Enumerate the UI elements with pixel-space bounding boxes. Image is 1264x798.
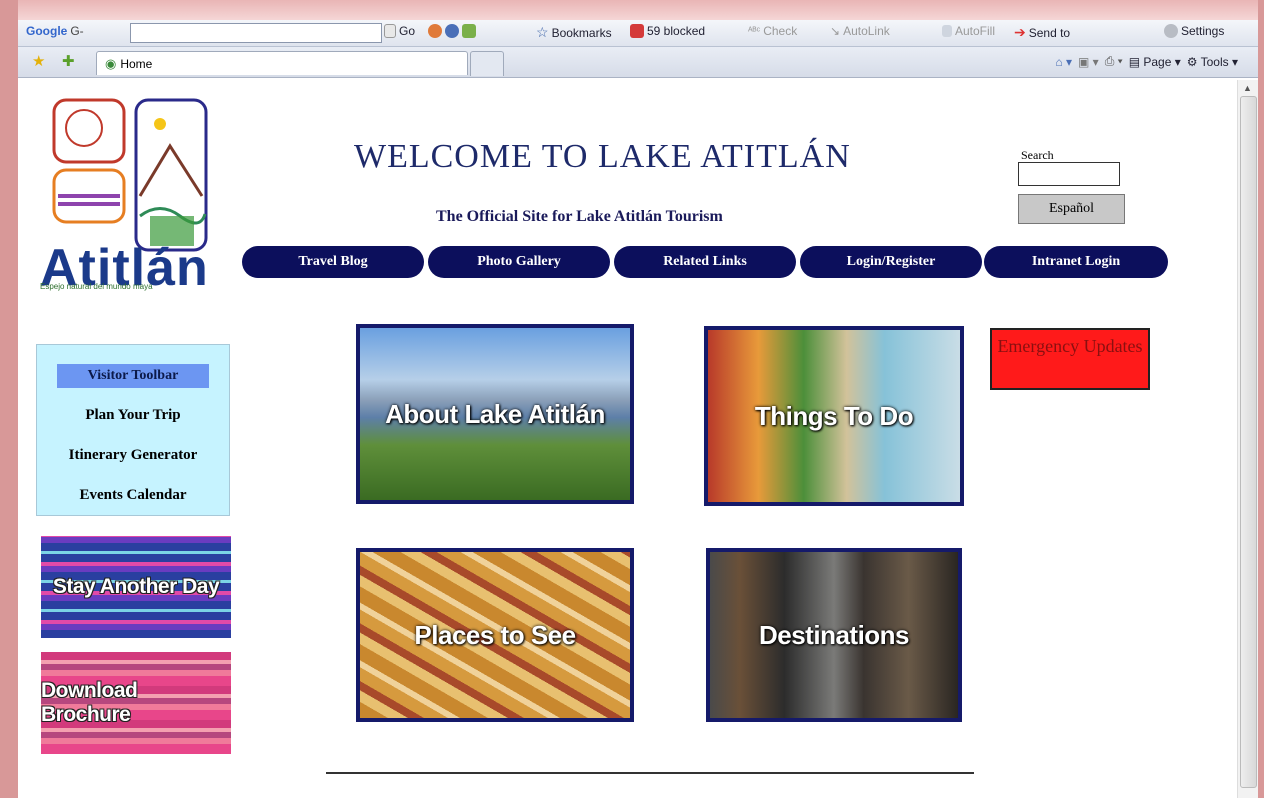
- search-input[interactable]: [1018, 162, 1120, 186]
- tile-things-to-do-label: Things To Do: [754, 400, 914, 431]
- nav-photo-gallery[interactable]: Photo Gallery: [428, 246, 610, 278]
- star-outline-icon: ☆: [536, 24, 549, 40]
- tile-things-to-do[interactable]: Things To Do: [704, 326, 964, 506]
- tile-places-to-see[interactable]: Places to See: [356, 548, 634, 722]
- settings-label: Settings: [1181, 24, 1225, 38]
- blocked-label: 59 blocked: [647, 24, 706, 38]
- tile-about-lake[interactable]: About Lake Atitlán: [356, 324, 634, 504]
- tools-menu[interactable]: ⚙ Tools ▾: [1187, 55, 1238, 69]
- news-icon[interactable]: [445, 24, 459, 38]
- page-title: WELCOME TO LAKE ATITLÁN: [354, 138, 851, 175]
- emergency-updates-button[interactable]: Emergency Updates: [990, 328, 1150, 390]
- autofill-label: AutoFill: [955, 24, 996, 38]
- spellcheck-button[interactable]: ᴬᴮᶜ Check: [748, 24, 797, 38]
- feeds-icon[interactable]: ▣ ▾: [1078, 55, 1099, 69]
- tab-home-label: Home: [120, 56, 153, 71]
- stay-another-day-banner[interactable]: Stay Another Day: [41, 536, 231, 638]
- visitor-link-itinerary[interactable]: Itinerary Generator: [37, 447, 229, 464]
- window-frame-left: [0, 0, 18, 798]
- wrench-icon: [1164, 24, 1178, 38]
- popup-blocker-button[interactable]: 59 blocked: [630, 24, 705, 38]
- logo-face-frame: [52, 98, 126, 164]
- nav-travel-blog[interactable]: Travel Blog: [242, 246, 424, 278]
- new-tab-button[interactable]: [470, 51, 504, 76]
- google-search-input[interactable]: [130, 23, 382, 43]
- pagerank-icon[interactable]: [428, 24, 442, 38]
- vertical-scrollbar[interactable]: ▲: [1237, 80, 1258, 798]
- google-go-button[interactable]: Go: [384, 24, 415, 38]
- command-bar: ⌂ ▾ ▣ ▾ ⎙ ▾ ▤ Page ▾ ⚙ Tools ▾: [1055, 54, 1238, 69]
- autolink-label: AutoLink: [843, 24, 890, 38]
- ie-page-icon: ◉: [105, 55, 117, 71]
- espanol-button[interactable]: Español: [1018, 194, 1125, 224]
- window-title-strip: [0, 0, 1264, 20]
- bookmarks-label: Bookmarks: [551, 25, 612, 40]
- scrollbar-thumb[interactable]: [1240, 96, 1257, 788]
- autofill-button[interactable]: AutoFill: [942, 24, 995, 38]
- window-frame-right: [1258, 0, 1264, 798]
- visitor-toolbar: Visitor Toolbar Plan Your Trip Itinerary…: [36, 344, 230, 516]
- spellcheck-icon: ᴬᴮᶜ: [748, 25, 761, 37]
- autolink-button[interactable]: ↘ AutoLink: [830, 24, 890, 38]
- google-toolbar: Google G- Go ☆ Bookmarks 59 blocked ᴬᴮᶜ …: [18, 20, 1258, 47]
- page-menu-label: Page: [1143, 54, 1172, 69]
- nav-login-register[interactable]: Login/Register: [800, 246, 982, 278]
- puzzle-icon[interactable]: [462, 24, 476, 38]
- logo-tagline: Espejo natural del mundo maya: [40, 282, 153, 291]
- tile-destinations-label: Destinations: [758, 619, 910, 650]
- logo-sun-icon: [154, 118, 166, 130]
- blocked-icon: [630, 24, 644, 38]
- page-menu[interactable]: ▤ Page ▾: [1129, 55, 1181, 69]
- tools-menu-label: Tools: [1200, 54, 1229, 69]
- tile-destinations[interactable]: Destinations: [706, 548, 962, 722]
- google-logo-text: Google: [26, 24, 68, 38]
- download-brochure-banner[interactable]: Download Brochure: [41, 652, 231, 754]
- visitor-toolbar-heading: Visitor Toolbar: [57, 364, 209, 388]
- visitor-link-events[interactable]: Events Calendar: [37, 487, 229, 504]
- ie-tab-bar: ★ ✚ ◉ Home ⌂ ▾ ▣ ▾ ⎙ ▾ ▤ Page ▾ ⚙ Tools …: [18, 47, 1258, 78]
- logo-face-icon: [65, 109, 103, 147]
- google-search-dropdown[interactable]: G-: [70, 24, 83, 38]
- nav-related-links[interactable]: Related Links: [614, 246, 796, 278]
- footer-divider: [326, 772, 974, 774]
- add-favorites-icon[interactable]: ✚: [62, 52, 75, 70]
- tab-home[interactable]: ◉ Home: [96, 51, 468, 75]
- check-label: Check: [763, 24, 798, 38]
- google-logo[interactable]: Google G-: [26, 24, 84, 38]
- page-content: Atitlán Espejo natural del mundo maya WE…: [18, 78, 1232, 798]
- scroll-up-arrow-icon[interactable]: ▲: [1243, 83, 1252, 93]
- autofill-icon: [942, 25, 952, 37]
- home-icon[interactable]: ⌂ ▾: [1055, 55, 1072, 69]
- toolbar-icons-group: [428, 24, 476, 38]
- search-label: Search: [1021, 148, 1054, 162]
- favorites-star-icon[interactable]: ★: [32, 52, 45, 70]
- autolink-icon: ↘: [830, 24, 841, 38]
- logo-volcano-icon: [138, 143, 204, 197]
- bookmarks-button[interactable]: ☆ Bookmarks: [536, 24, 612, 41]
- send-to-label: Send to: [1028, 25, 1071, 40]
- tile-about-lake-label: About Lake Atitlán: [385, 398, 605, 429]
- dropdown-icon: [384, 24, 396, 38]
- send-arrow-icon: ➔: [1014, 24, 1026, 40]
- tile-places-to-see-label: Places to See: [414, 619, 576, 650]
- visitor-link-plan-trip[interactable]: Plan Your Trip: [37, 407, 229, 424]
- nav-intranet-login[interactable]: Intranet Login: [984, 246, 1168, 278]
- print-icon[interactable]: ⎙ ▾: [1105, 54, 1123, 69]
- page-subtitle: The Official Site for Lake Atitlán Touri…: [436, 208, 723, 225]
- go-label: Go: [399, 24, 416, 38]
- settings-button[interactable]: Settings: [1164, 24, 1224, 38]
- send-to-button[interactable]: ➔ Send to: [1014, 24, 1070, 41]
- logo-weave-icon: [58, 194, 120, 206]
